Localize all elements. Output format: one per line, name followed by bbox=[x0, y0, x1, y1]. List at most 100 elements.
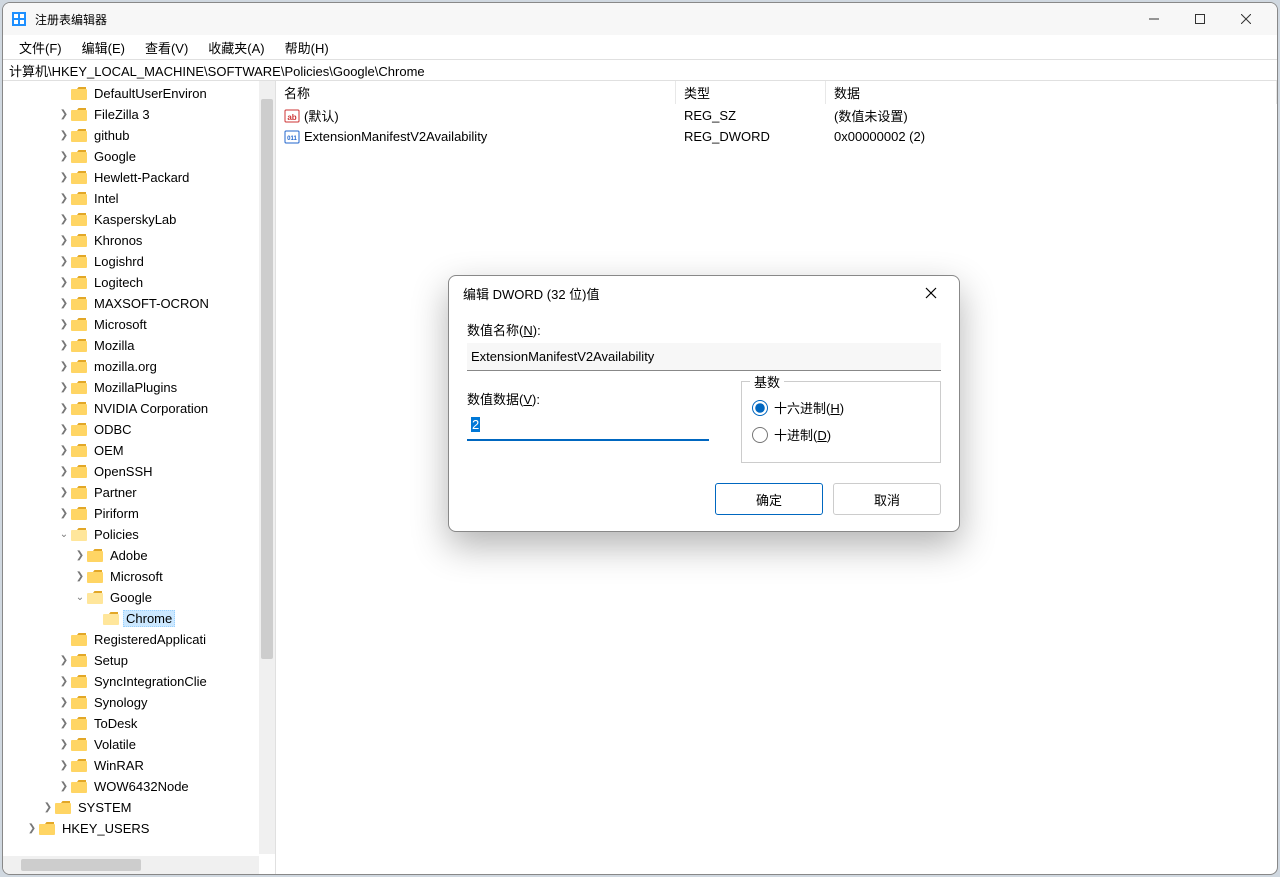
tree-item[interactable]: ❯Khronos bbox=[3, 230, 259, 251]
window-title: 注册表编辑器 bbox=[35, 11, 1131, 28]
tree-item-label: KasperskyLab bbox=[91, 212, 179, 227]
tree-item[interactable]: ❯Intel bbox=[3, 188, 259, 209]
tree-item[interactable]: ⌄Google bbox=[3, 587, 259, 608]
tree-chevron-icon[interactable]: ❯ bbox=[57, 298, 71, 309]
tree-item[interactable]: ❯Logishrd bbox=[3, 251, 259, 272]
tree-chevron-icon[interactable]: ❯ bbox=[57, 466, 71, 477]
value-type: REG_SZ bbox=[684, 108, 736, 123]
tree-chevron-icon[interactable]: ❯ bbox=[57, 739, 71, 750]
tree-chevron-icon[interactable]: ❯ bbox=[57, 403, 71, 414]
tree-item[interactable]: ❯Mozilla bbox=[3, 335, 259, 356]
tree-chevron-icon[interactable]: ❯ bbox=[57, 235, 71, 246]
tree-item[interactable]: ⌄Policies bbox=[3, 524, 259, 545]
tree-item[interactable]: ❯Partner bbox=[3, 482, 259, 503]
tree-chevron-icon[interactable]: ❯ bbox=[57, 130, 71, 141]
radio-hex[interactable]: 十六进制(H) bbox=[752, 398, 930, 417]
tree-chevron-icon[interactable]: ❯ bbox=[57, 256, 71, 267]
col-header-data[interactable]: 数据 bbox=[826, 81, 1277, 104]
scroll-thumb[interactable] bbox=[21, 859, 141, 871]
tree-item[interactable]: ❯Adobe bbox=[3, 545, 259, 566]
tree-chevron-icon[interactable]: ❯ bbox=[57, 445, 71, 456]
tree-item[interactable]: ❯MAXSOFT-OCRON bbox=[3, 293, 259, 314]
data-field-input[interactable] bbox=[467, 412, 709, 441]
tree-chevron-icon[interactable]: ❯ bbox=[57, 760, 71, 771]
tree-chevron-icon[interactable]: ❯ bbox=[57, 508, 71, 519]
tree-chevron-icon[interactable]: ❯ bbox=[57, 781, 71, 792]
tree-chevron-icon[interactable]: ❯ bbox=[73, 550, 87, 561]
col-header-type[interactable]: 类型 bbox=[676, 81, 826, 104]
tree-chevron-icon[interactable]: ❯ bbox=[57, 193, 71, 204]
tree-chevron-icon[interactable]: ❯ bbox=[57, 277, 71, 288]
tree-chevron-icon[interactable]: ❯ bbox=[57, 319, 71, 330]
menu-help[interactable]: 帮助(H) bbox=[275, 36, 339, 59]
tree-chevron-icon[interactable]: ❯ bbox=[25, 823, 39, 834]
list-row[interactable]: ab(默认) REG_SZ (数值未设置) bbox=[276, 105, 1277, 126]
tree-chevron-icon[interactable]: ❯ bbox=[57, 340, 71, 351]
tree-item[interactable]: ❯SYSTEM bbox=[3, 797, 259, 818]
tree-item[interactable]: ❯Volatile bbox=[3, 734, 259, 755]
tree-chevron-icon[interactable]: ❯ bbox=[57, 109, 71, 120]
tree-item[interactable]: ❯Google bbox=[3, 146, 259, 167]
tree-item-label: Logitech bbox=[91, 275, 146, 290]
menu-file[interactable]: 文件(F) bbox=[9, 36, 72, 59]
tree-chevron-icon[interactable]: ❯ bbox=[57, 697, 71, 708]
minimize-button[interactable] bbox=[1131, 4, 1177, 34]
tree-item[interactable]: ❯WOW6432Node bbox=[3, 776, 259, 797]
tree-item[interactable]: ❯ KasperskyLab bbox=[3, 209, 259, 230]
scroll-thumb[interactable] bbox=[261, 99, 273, 659]
tree-item[interactable]: ❯OEM bbox=[3, 440, 259, 461]
tree-item[interactable]: RegisteredApplicati bbox=[3, 629, 259, 650]
menu-favorites[interactable]: 收藏夹(A) bbox=[198, 36, 274, 59]
cancel-button[interactable]: 取消 bbox=[833, 483, 941, 515]
tree-chevron-icon[interactable]: ❯ bbox=[57, 382, 71, 393]
tree-item[interactable]: ❯Hewlett-Packard bbox=[3, 167, 259, 188]
tree-item[interactable]: ❯ Logitech bbox=[3, 272, 259, 293]
tree-chevron-icon[interactable]: ⌄ bbox=[57, 529, 71, 540]
tree-item[interactable]: ❯mozilla.org bbox=[3, 356, 259, 377]
tree-item[interactable]: ❯Piriform bbox=[3, 503, 259, 524]
tree-chevron-icon[interactable]: ❯ bbox=[57, 361, 71, 372]
menu-edit[interactable]: 编辑(E) bbox=[72, 36, 135, 59]
dialog-close-button[interactable] bbox=[917, 279, 945, 307]
tree-item[interactable]: ❯SyncIntegrationClie bbox=[3, 671, 259, 692]
tree-horizontal-scrollbar[interactable] bbox=[3, 856, 259, 874]
tree-chevron-icon[interactable]: ❯ bbox=[73, 571, 87, 582]
tree-chevron-icon[interactable]: ❯ bbox=[57, 172, 71, 183]
close-button[interactable] bbox=[1223, 4, 1269, 34]
maximize-button[interactable] bbox=[1177, 4, 1223, 34]
address-bar[interactable]: 计算机\HKEY_LOCAL_MACHINE\SOFTWARE\Policies… bbox=[3, 59, 1277, 81]
tree-chevron-icon[interactable]: ❯ bbox=[57, 676, 71, 687]
tree-item[interactable]: ❯ToDesk bbox=[3, 713, 259, 734]
tree-item[interactable]: Chrome bbox=[3, 608, 259, 629]
tree-item[interactable]: ❯Microsoft bbox=[3, 314, 259, 335]
ok-button[interactable]: 确定 bbox=[715, 483, 823, 515]
tree-vertical-scrollbar[interactable] bbox=[259, 81, 275, 854]
menu-view[interactable]: 查看(V) bbox=[135, 36, 198, 59]
tree-chevron-icon[interactable]: ❯ bbox=[57, 214, 71, 225]
tree-item[interactable]: ❯OpenSSH bbox=[3, 461, 259, 482]
tree-item[interactable]: ❯MozillaPlugins bbox=[3, 377, 259, 398]
name-field-input[interactable] bbox=[467, 343, 941, 371]
tree-item[interactable]: ❯FileZilla 3 bbox=[3, 104, 259, 125]
tree-item[interactable]: ❯Setup bbox=[3, 650, 259, 671]
tree-item[interactable]: ❯github bbox=[3, 125, 259, 146]
tree-chevron-icon[interactable]: ⌄ bbox=[73, 592, 87, 603]
tree-chevron-icon[interactable]: ❯ bbox=[41, 802, 55, 813]
tree-chevron-icon[interactable]: ❯ bbox=[57, 655, 71, 666]
tree-chevron-icon[interactable]: ❯ bbox=[57, 718, 71, 729]
tree-item[interactable]: ❯HKEY_USERS bbox=[3, 818, 259, 839]
col-header-name[interactable]: 名称 bbox=[276, 81, 676, 104]
tree-item[interactable]: ❯NVIDIA Corporation bbox=[3, 398, 259, 419]
list-row[interactable]: 011ExtensionManifestV2Availability REG_D… bbox=[276, 126, 1277, 147]
tree-item[interactable]: ❯Synology bbox=[3, 692, 259, 713]
tree-item[interactable]: DefaultUserEnviron bbox=[3, 83, 259, 104]
radio-hex-input[interactable] bbox=[752, 400, 768, 416]
radio-dec-input[interactable] bbox=[752, 427, 768, 443]
tree-chevron-icon[interactable]: ❯ bbox=[57, 424, 71, 435]
tree-item[interactable]: ❯ODBC bbox=[3, 419, 259, 440]
tree-item[interactable]: ❯WinRAR bbox=[3, 755, 259, 776]
radio-dec[interactable]: 十进制(D) bbox=[752, 425, 930, 444]
tree-chevron-icon[interactable]: ❯ bbox=[57, 487, 71, 498]
tree-item[interactable]: ❯Microsoft bbox=[3, 566, 259, 587]
tree-chevron-icon[interactable]: ❯ bbox=[57, 151, 71, 162]
